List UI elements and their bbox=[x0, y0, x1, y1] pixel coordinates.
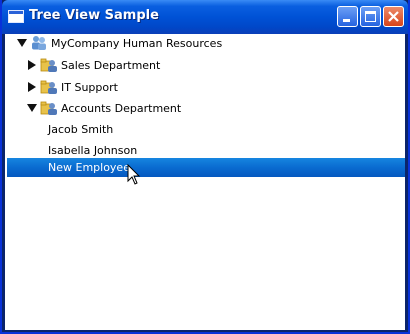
tree-node-label: Accounts Department bbox=[61, 102, 182, 115]
tree-node-label: IT Support bbox=[61, 81, 118, 94]
tree-view[interactable]: MyCompany Human Resources Sales Departme… bbox=[5, 34, 405, 330]
tree-node-sales-department[interactable]: Sales Department bbox=[27, 56, 227, 75]
tree-node-label: Isabella Johnson bbox=[48, 144, 138, 157]
people-group-icon bbox=[32, 36, 46, 50]
title-bar[interactable]: Tree View Sample bbox=[2, 0, 408, 34]
window-app-icon bbox=[8, 10, 24, 23]
app-window: Tree View Sample MyCompany Human Resourc… bbox=[0, 0, 410, 334]
tree-node-label: Sales Department bbox=[61, 59, 161, 72]
window-title: Tree View Sample bbox=[29, 8, 159, 23]
collapsed-arrow-icon[interactable] bbox=[27, 60, 37, 70]
tree-node-root[interactable]: MyCompany Human Resources bbox=[15, 34, 275, 53]
collapsed-arrow-icon[interactable] bbox=[27, 82, 37, 92]
expanded-arrow-icon[interactable] bbox=[27, 103, 37, 113]
tree-node-it-support[interactable]: IT Support bbox=[27, 78, 227, 97]
expanded-arrow-icon[interactable] bbox=[17, 38, 27, 48]
close-button[interactable] bbox=[383, 6, 404, 27]
department-folder-icon bbox=[40, 101, 57, 115]
department-folder-icon bbox=[40, 58, 57, 72]
minimize-button[interactable] bbox=[337, 6, 358, 27]
tree-node-accounts-department[interactable]: Accounts Department bbox=[27, 99, 227, 118]
mouse-cursor-icon bbox=[127, 164, 141, 185]
tree-node-label: Jacob Smith bbox=[48, 123, 114, 136]
tree-node-root-label: MyCompany Human Resources bbox=[51, 37, 223, 50]
tree-node-employee[interactable]: Jacob Smith bbox=[48, 120, 248, 139]
maximize-button[interactable] bbox=[360, 6, 381, 27]
department-folder-icon bbox=[40, 80, 57, 94]
tree-node-label: New Employee bbox=[48, 161, 130, 174]
maximize-icon bbox=[365, 11, 376, 22]
minimize-icon bbox=[343, 19, 350, 22]
tree-node-employee-selected[interactable]: New Employee bbox=[7, 158, 405, 177]
close-icon bbox=[388, 11, 399, 22]
